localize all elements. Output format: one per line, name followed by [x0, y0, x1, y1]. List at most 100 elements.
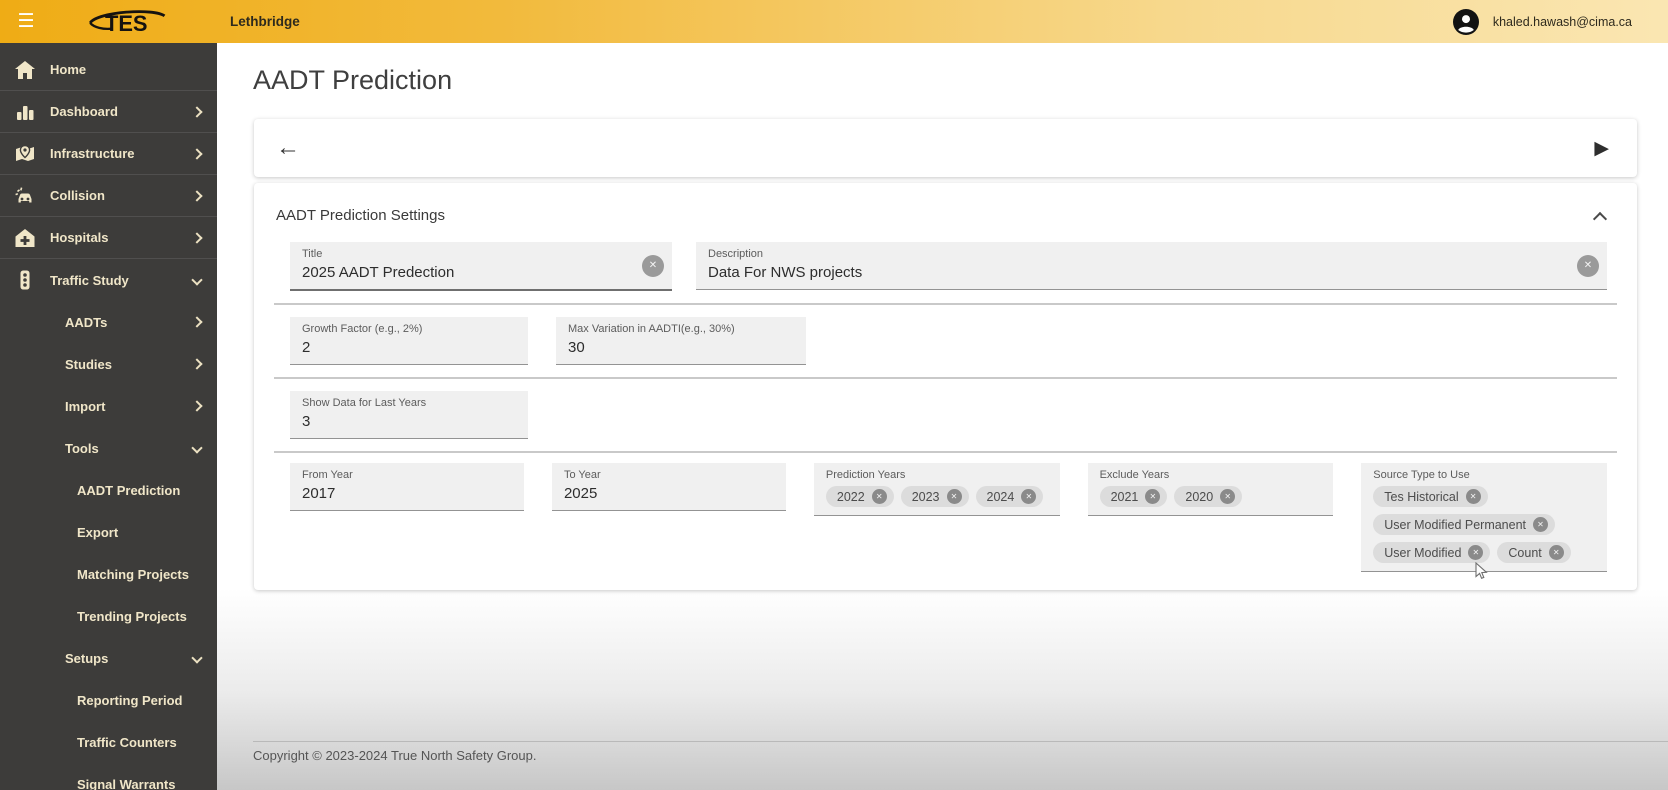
sidebar-item-aadt-prediction[interactable]: AADT Prediction — [0, 469, 217, 511]
sidebar-item-setups[interactable]: Setups — [0, 637, 217, 679]
chevron-right-icon — [191, 316, 202, 327]
row-divider — [274, 377, 1617, 379]
sidebar-item-import[interactable]: Import — [0, 385, 217, 427]
sidebar-item-studies[interactable]: Studies — [0, 343, 217, 385]
to-year-input[interactable]: 2025 — [564, 485, 774, 502]
sidebar-item-signal-warrants[interactable]: Signal Warrants — [0, 763, 217, 790]
sidebar-item-traffic-counters[interactable]: Traffic Counters — [0, 721, 217, 763]
from-year-label: From Year — [302, 469, 512, 481]
app-window: ☰ TES Lethbridge khaled.hawash@cima.ca H… — [0, 0, 1668, 790]
max-variation-field[interactable]: Max Variation in AADTI(e.g., 30%) 30 — [556, 317, 806, 365]
source-type-field[interactable]: Source Type to Use Tes Historical✕ User … — [1361, 463, 1607, 572]
growth-factor-label: Growth Factor (e.g., 2%) — [302, 323, 516, 335]
footer-divider — [253, 741, 1668, 742]
exclude-years-field[interactable]: Exclude Years 2021✕ 2020✕ — [1088, 463, 1334, 516]
sidebar-item-reporting-period[interactable]: Reporting Period — [0, 679, 217, 721]
location-label: Lethbridge — [230, 14, 300, 29]
chevron-right-icon — [191, 358, 202, 369]
remove-chip-icon[interactable]: ✕ — [1466, 489, 1481, 504]
show-last-years-input[interactable]: 3 — [302, 413, 516, 430]
to-year-label: To Year — [564, 469, 774, 481]
source-type-chip[interactable]: User Modified Permanent✕ — [1373, 514, 1555, 535]
exclude-years-label: Exclude Years — [1100, 469, 1322, 481]
row-divider — [274, 303, 1617, 305]
sidebar-item-tools[interactable]: Tools — [0, 427, 217, 469]
clear-title-button[interactable]: ✕ — [642, 255, 664, 277]
max-variation-input[interactable]: 30 — [568, 339, 794, 356]
home-icon — [14, 59, 36, 81]
clear-description-button[interactable]: ✕ — [1577, 255, 1599, 277]
sidebar-item-home[interactable]: Home — [0, 49, 217, 91]
chevron-right-icon — [191, 190, 202, 201]
chevron-right-icon — [191, 106, 202, 117]
sidebar-nav: Home Dashboard Infrastructure — [0, 43, 217, 790]
growth-factor-field[interactable]: Growth Factor (e.g., 2%) 2 — [290, 317, 528, 365]
user-email: khaled.hawash@cima.ca — [1493, 15, 1632, 29]
row-divider — [274, 451, 1617, 453]
from-year-field[interactable]: From Year 2017 — [290, 463, 524, 511]
sidebar-item-matching-projects[interactable]: Matching Projects — [0, 553, 217, 595]
chevron-down-icon — [191, 652, 202, 663]
dashboard-icon — [14, 101, 36, 123]
source-type-label: Source Type to Use — [1373, 469, 1595, 481]
to-year-field[interactable]: To Year 2025 — [552, 463, 786, 511]
description-field[interactable]: Description Data For NWS projects ✕ — [696, 242, 1607, 290]
remove-chip-icon[interactable]: ✕ — [1533, 517, 1548, 532]
prediction-year-chip[interactable]: 2022✕ — [826, 486, 894, 507]
sidebar-item-export[interactable]: Export — [0, 511, 217, 553]
show-last-years-label: Show Data for Last Years — [302, 397, 516, 409]
chevron-right-icon — [191, 148, 202, 159]
svg-text:TES: TES — [105, 10, 148, 35]
remove-chip-icon[interactable]: ✕ — [1145, 489, 1160, 504]
remove-chip-icon[interactable]: ✕ — [1549, 545, 1564, 560]
remove-chip-icon[interactable]: ✕ — [1468, 545, 1483, 560]
sidebar-item-aadts[interactable]: AADTs — [0, 301, 217, 343]
sidebar-item-hospitals[interactable]: Hospitals — [0, 217, 217, 259]
remove-chip-icon[interactable]: ✕ — [947, 489, 962, 504]
prediction-years-field[interactable]: Prediction Years 2022✕ 2023✕ 2024✕ — [814, 463, 1060, 516]
sidebar-item-trending-projects[interactable]: Trending Projects — [0, 595, 217, 637]
sidebar-item-dashboard[interactable]: Dashboard — [0, 91, 217, 133]
max-variation-label: Max Variation in AADTI(e.g., 30%) — [568, 323, 794, 335]
back-button[interactable]: ← — [276, 136, 300, 160]
prediction-year-chip[interactable]: 2024✕ — [976, 486, 1044, 507]
chevron-up-icon — [1593, 211, 1607, 225]
sidebar-item-collision[interactable]: Collision — [0, 175, 217, 217]
description-input[interactable]: Data For NWS projects — [708, 264, 1595, 281]
show-last-years-field[interactable]: Show Data for Last Years 3 — [290, 391, 528, 439]
top-bar: ☰ TES Lethbridge khaled.hawash@cima.ca — [0, 0, 1668, 43]
chevron-down-icon — [191, 442, 202, 453]
remove-chip-icon[interactable]: ✕ — [872, 489, 887, 504]
run-prediction-button[interactable]: ▶ — [1594, 139, 1609, 158]
chevron-right-icon — [191, 400, 202, 411]
remove-chip-icon[interactable]: ✕ — [1220, 489, 1235, 504]
section-title: AADT Prediction Settings — [276, 207, 445, 224]
growth-factor-input[interactable]: 2 — [302, 339, 516, 356]
page-title: AADT Prediction — [253, 65, 452, 96]
prediction-year-chip[interactable]: 2023✕ — [901, 486, 969, 507]
exclude-year-chip[interactable]: 2020✕ — [1174, 486, 1242, 507]
source-type-chip[interactable]: Tes Historical✕ — [1373, 486, 1487, 507]
exclude-year-chip[interactable]: 2021✕ — [1100, 486, 1168, 507]
traffic-light-icon — [14, 269, 36, 291]
settings-card: AADT Prediction Settings Title 2025 AADT… — [254, 183, 1637, 590]
main-content: AADT Prediction ← ▶ AADT Prediction Sett… — [217, 43, 1668, 790]
hospital-icon — [14, 227, 36, 249]
from-year-input[interactable]: 2017 — [302, 485, 512, 502]
menu-icon[interactable]: ☰ — [12, 8, 40, 36]
source-type-chip[interactable]: Count✕ — [1497, 542, 1570, 563]
prediction-years-label: Prediction Years — [826, 469, 1048, 481]
collision-icon — [14, 185, 36, 207]
avatar-icon — [1453, 9, 1479, 35]
copyright-text: Copyright © 2023-2024 True North Safety … — [253, 748, 536, 763]
sidebar-item-infrastructure[interactable]: Infrastructure — [0, 133, 217, 175]
tes-logo: TES — [84, 7, 168, 37]
title-field[interactable]: Title 2025 AADT Predection ✕ — [290, 242, 672, 291]
source-type-chip[interactable]: User Modified✕ — [1373, 542, 1490, 563]
title-input[interactable]: 2025 AADT Predection — [302, 264, 660, 281]
remove-chip-icon[interactable]: ✕ — [1021, 489, 1036, 504]
sidebar-item-traffic-study[interactable]: Traffic Study — [0, 259, 217, 301]
account-menu[interactable]: khaled.hawash@cima.ca — [1453, 0, 1632, 43]
chevron-right-icon — [191, 232, 202, 243]
collapse-section-button[interactable] — [1593, 209, 1607, 223]
